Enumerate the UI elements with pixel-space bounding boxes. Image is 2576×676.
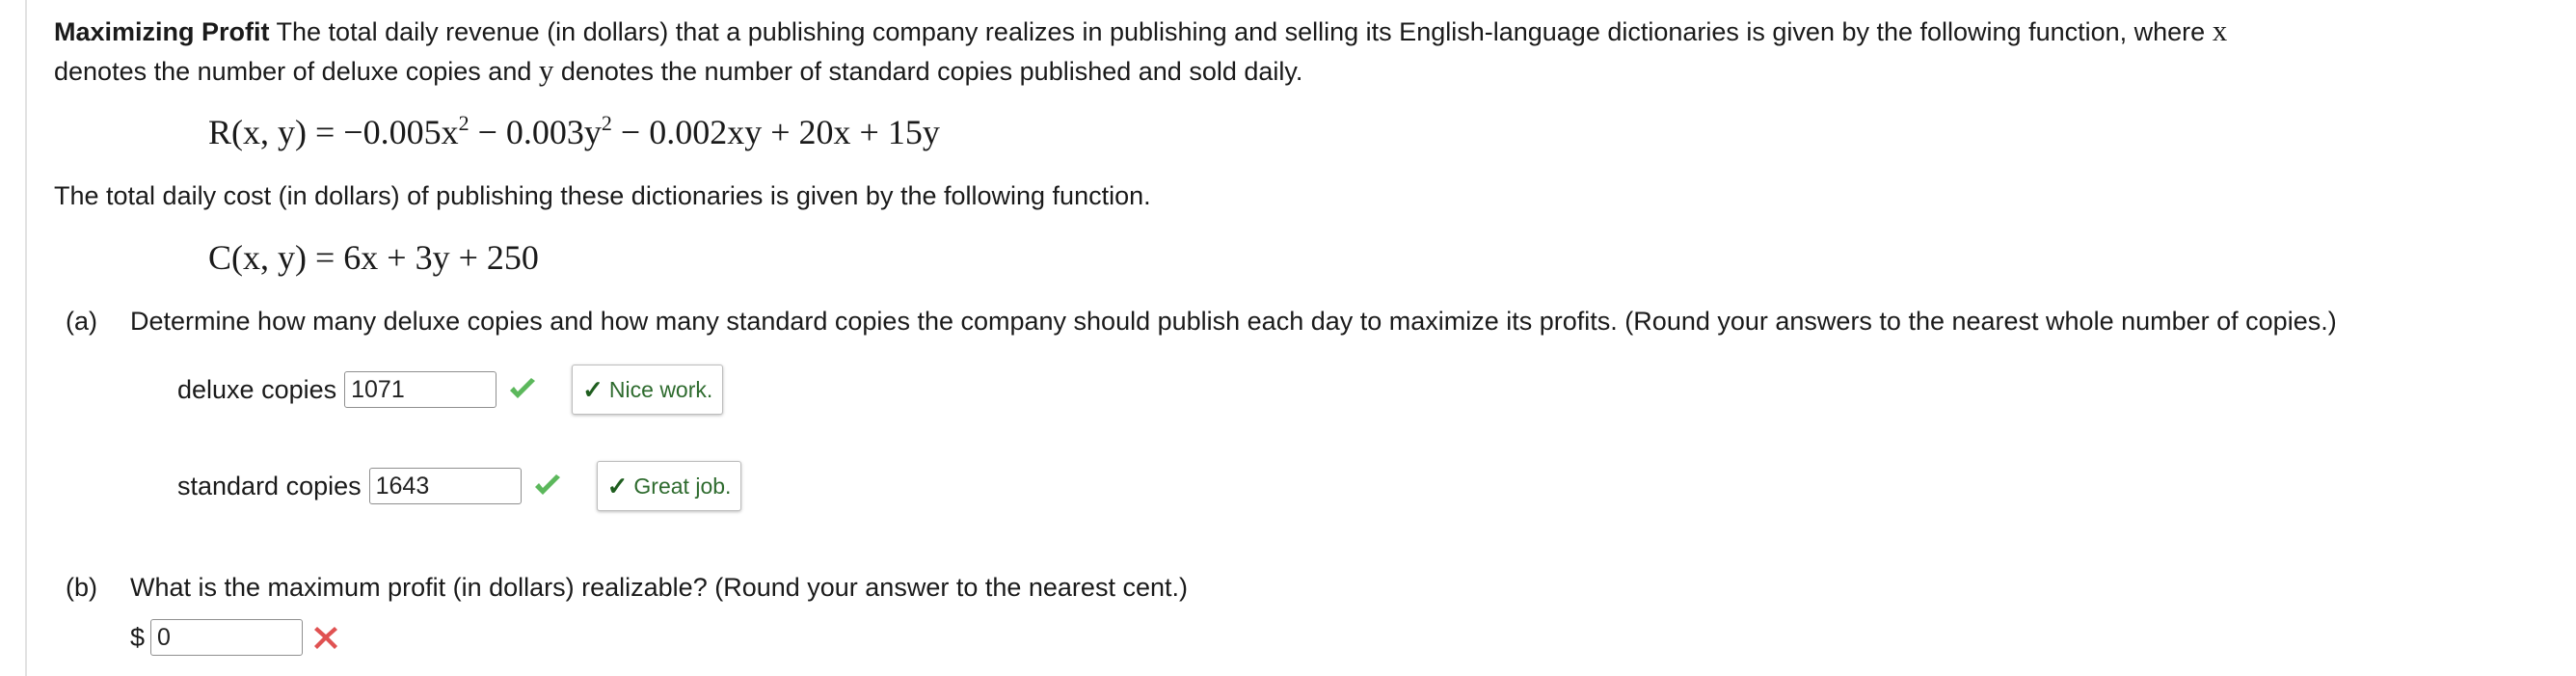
part-b-label: (b) bbox=[66, 573, 97, 602]
standard-answer-row: standard copies ✓ Great job. bbox=[177, 461, 742, 511]
deluxe-label: deluxe copies bbox=[177, 374, 337, 404]
profit-answer-row: $ bbox=[130, 619, 339, 656]
deluxe-feedback-text: Nice work. bbox=[608, 376, 713, 402]
part-a-question: Determine how many deluxe copies and how… bbox=[130, 307, 2337, 336]
standard-feedback: ✓ Great job. bbox=[596, 461, 742, 511]
check-icon bbox=[510, 378, 536, 398]
var-y: y bbox=[538, 53, 554, 87]
cost-intro: The total daily cost (in dollars) of pub… bbox=[54, 181, 1151, 210]
deluxe-answer-row: deluxe copies ✓ Nice work. bbox=[177, 365, 724, 415]
profit-input[interactable] bbox=[150, 619, 304, 656]
revenue-formula-part1: R(x, y) = −0.005x bbox=[208, 113, 459, 151]
revenue-formula-part2: − 0.003y bbox=[469, 113, 602, 151]
deluxe-feedback: ✓ Nice work. bbox=[572, 365, 724, 415]
part-a-label: (a) bbox=[66, 307, 97, 336]
revenue-formula-part3: − 0.002xy + 20x + 15y bbox=[611, 113, 940, 151]
deluxe-input[interactable] bbox=[344, 371, 497, 408]
x-icon bbox=[314, 627, 338, 649]
part-b-question: What is the maximum profit (in dollars) … bbox=[130, 573, 1188, 602]
currency-symbol: $ bbox=[130, 622, 146, 652]
intro-text-3: denotes the number of standard copies pu… bbox=[553, 57, 1303, 86]
standard-feedback-text: Great job. bbox=[633, 473, 732, 499]
check-icon bbox=[534, 474, 560, 495]
intro-text-2: denotes the number of deluxe copies and bbox=[54, 57, 539, 86]
feedback-check-icon: ✓ bbox=[582, 374, 604, 404]
var-x: x bbox=[2212, 14, 2228, 47]
revenue-exp1: 2 bbox=[458, 111, 470, 135]
intro-text-1: The total daily revenue (in dollars) tha… bbox=[269, 17, 2213, 46]
cost-formula: C(x, y) = 6x + 3y + 250 bbox=[208, 238, 539, 277]
left-border bbox=[25, 0, 27, 676]
problem-title: Maximizing Profit bbox=[54, 17, 270, 46]
standard-label: standard copies bbox=[177, 471, 362, 500]
feedback-check-icon: ✓ bbox=[606, 471, 629, 500]
revenue-formula: R(x, y) = −0.005x2 − 0.003y2 − 0.002xy +… bbox=[208, 112, 940, 152]
standard-input[interactable] bbox=[368, 468, 522, 504]
intro-paragraph: Maximizing Profit The total daily revenu… bbox=[54, 12, 2561, 91]
revenue-exp2: 2 bbox=[601, 111, 612, 135]
